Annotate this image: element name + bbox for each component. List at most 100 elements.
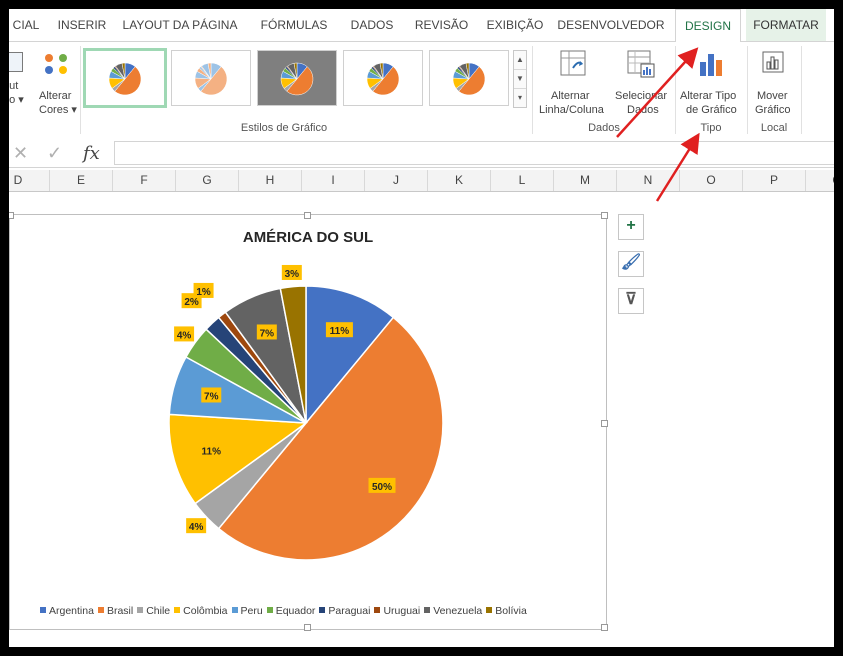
column-header-i[interactable]: I — [302, 170, 365, 191]
column-header-l[interactable]: L — [491, 170, 554, 191]
data-label-venezuela[interactable]: 7% — [256, 324, 277, 340]
tab-cial[interactable]: CIAL — [9, 9, 43, 41]
type-group-label: Tipo — [700, 122, 722, 134]
change-colors-button[interactable]: Alterar Cores ▾ — [37, 46, 77, 116]
legend-entry-peru[interactable]: Peru — [231, 605, 263, 617]
gallery-down-icon[interactable]: ▼ — [514, 70, 526, 89]
group-separator — [532, 46, 533, 134]
change-colors-label-2: Cores ▾ — [39, 104, 77, 116]
data-label-argentina[interactable]: 11% — [325, 322, 353, 338]
resize-handle[interactable] — [304, 212, 311, 219]
change-chart-type-button[interactable]: Alterar Tipo de Gráfico — [677, 46, 745, 118]
column-header-k[interactable]: K — [428, 170, 491, 191]
resize-handle[interactable] — [9, 212, 14, 219]
tab-desenvolvedor[interactable]: DESENVOLVEDOR — [556, 9, 666, 41]
column-header-p[interactable]: P — [743, 170, 806, 191]
data-label-equador[interactable]: 4% — [174, 326, 195, 342]
tab-layout-da-p-gina[interactable]: LAYOUT DA PÁGINA — [121, 9, 239, 41]
cancel-icon[interactable]: ✕ — [13, 143, 28, 164]
legend-swatch — [174, 607, 181, 613]
column-header-n[interactable]: N — [617, 170, 680, 191]
chart-area[interactable]: AMÉRICA DO SUL 11% 50% 4% 11% 7% 4% 2% 1% 7% 3% A… — [9, 212, 608, 631]
chart-style-thumbnail[interactable] — [257, 50, 337, 106]
select-data-button[interactable]: Selecionar Dados — [613, 46, 673, 118]
legend-entry-bolívia[interactable]: Bolívia — [486, 605, 527, 617]
tab-f-rmulas[interactable]: FÓRMULAS — [254, 9, 334, 41]
chart-style-thumbnail[interactable] — [171, 50, 251, 106]
chart-style-thumbnail[interactable] — [429, 50, 509, 106]
tab-formatar[interactable]: FORMATAR — [746, 9, 826, 41]
tab-inserir[interactable]: INSERIR — [52, 9, 112, 41]
group-separator — [675, 46, 676, 134]
data-label-chile[interactable]: 4% — [186, 518, 207, 534]
tab-exibi-o[interactable]: EXIBIÇÃO — [480, 9, 550, 41]
chart-style-thumbnail[interactable] — [343, 50, 423, 106]
gallery-more-icon[interactable]: ▾ — [514, 89, 526, 107]
move-chart-button[interactable]: Mover Gráfico — [749, 46, 799, 118]
ribbon: out do ▾ Alterar Cores ▾ ▲ ▼ ▾ Estilos d… — [9, 42, 834, 140]
legend-entry-chile[interactable]: Chile — [137, 605, 170, 617]
legend-label: Colômbia — [183, 605, 228, 617]
data-label-bolívia[interactable]: 3% — [281, 264, 302, 280]
legend-entry-venezuela[interactable]: Venezuela — [424, 605, 482, 617]
legend-label: Chile — [146, 605, 171, 617]
gallery-scrollbar[interactable]: ▲ ▼ ▾ — [513, 50, 527, 108]
data-label-peru[interactable]: 7% — [201, 387, 222, 403]
legend-label: Brasil — [106, 605, 134, 617]
quick-layout-button[interactable]: out do ▾ — [9, 50, 29, 110]
legend-swatch — [266, 607, 273, 613]
worksheet[interactable]: AMÉRICA DO SUL 11% 50% 4% 11% 7% 4% 2% 1% 7% 3% A… — [9, 192, 834, 647]
tab-revis-o[interactable]: REVISÃO — [409, 9, 474, 41]
chart-legend[interactable]: Argentina Brasil Chile Colômbia Peru Equador P… — [40, 605, 531, 617]
data-label-uruguai[interactable]: 1% — [193, 282, 214, 298]
enter-icon[interactable]: ✓ — [47, 143, 62, 164]
chart-style-thumbnail[interactable] — [83, 48, 167, 108]
tab-design[interactable]: DESIGN — [675, 9, 741, 43]
tab-dados[interactable]: DADOS — [342, 9, 402, 41]
group-separator — [80, 46, 81, 134]
column-header-f[interactable]: F — [113, 170, 176, 191]
chart-styles-button[interactable]: 🖌 — [618, 251, 644, 277]
data-label-text: 7% — [204, 391, 219, 402]
data-label-brasil[interactable]: 50% — [368, 477, 396, 493]
column-header-o[interactable]: O — [680, 170, 743, 191]
mini-pie-icon — [194, 62, 228, 96]
layout-label-1: out — [9, 80, 19, 92]
data-group-label: Dados — [588, 122, 620, 134]
formula-input[interactable] — [114, 141, 834, 165]
legend-label: Uruguai — [383, 605, 421, 617]
legend-entry-argentina[interactable]: Argentina — [40, 605, 94, 617]
resize-handle[interactable] — [601, 212, 608, 219]
data-label-text: 50% — [372, 482, 392, 493]
column-header-e[interactable]: E — [50, 170, 113, 191]
legend-entry-equador[interactable]: Equador — [266, 605, 315, 617]
data-label-text: 11% — [330, 326, 350, 337]
gallery-up-icon[interactable]: ▲ — [514, 51, 526, 70]
column-header-m[interactable]: M — [554, 170, 617, 191]
move-chart-icon — [762, 51, 784, 73]
legend-label: Peru — [240, 605, 263, 617]
pie-chart[interactable]: 11% 50% 4% 11% 7% 4% 2%1% 7% 3% — [10, 245, 606, 605]
column-header-q[interactable]: Q — [806, 170, 834, 191]
data-label-colômbia[interactable]: 11% — [197, 442, 225, 458]
column-header-g[interactable]: G — [176, 170, 239, 191]
legend-entry-paraguai[interactable]: Paraguai — [319, 605, 370, 617]
column-header-d[interactable]: D — [9, 170, 50, 191]
resize-handle[interactable] — [601, 624, 608, 631]
chart-filters-button[interactable]: ⊽ — [618, 288, 644, 314]
legend-swatch — [97, 607, 104, 613]
insert-function-icon[interactable]: fx — [83, 143, 100, 164]
switch-row-column-button[interactable]: Alternar Linha/Coluna — [537, 46, 611, 118]
switch-label-2: Linha/Coluna — [539, 104, 604, 116]
legend-entry-colômbia[interactable]: Colômbia — [174, 605, 228, 617]
add-chart-element-button[interactable]: + — [618, 214, 644, 240]
select-data-label-1: Selecionar — [615, 90, 667, 102]
column-header-h[interactable]: H — [239, 170, 302, 191]
legend-label: Bolívia — [495, 605, 527, 617]
legend-entry-brasil[interactable]: Brasil — [97, 605, 134, 617]
resize-handle[interactable] — [304, 624, 311, 631]
chart-title[interactable]: AMÉRICA DO SUL — [10, 229, 606, 246]
brush-icon: 🖌 — [620, 254, 642, 271]
legend-entry-uruguai[interactable]: Uruguai — [374, 605, 420, 617]
column-header-j[interactable]: J — [365, 170, 428, 191]
